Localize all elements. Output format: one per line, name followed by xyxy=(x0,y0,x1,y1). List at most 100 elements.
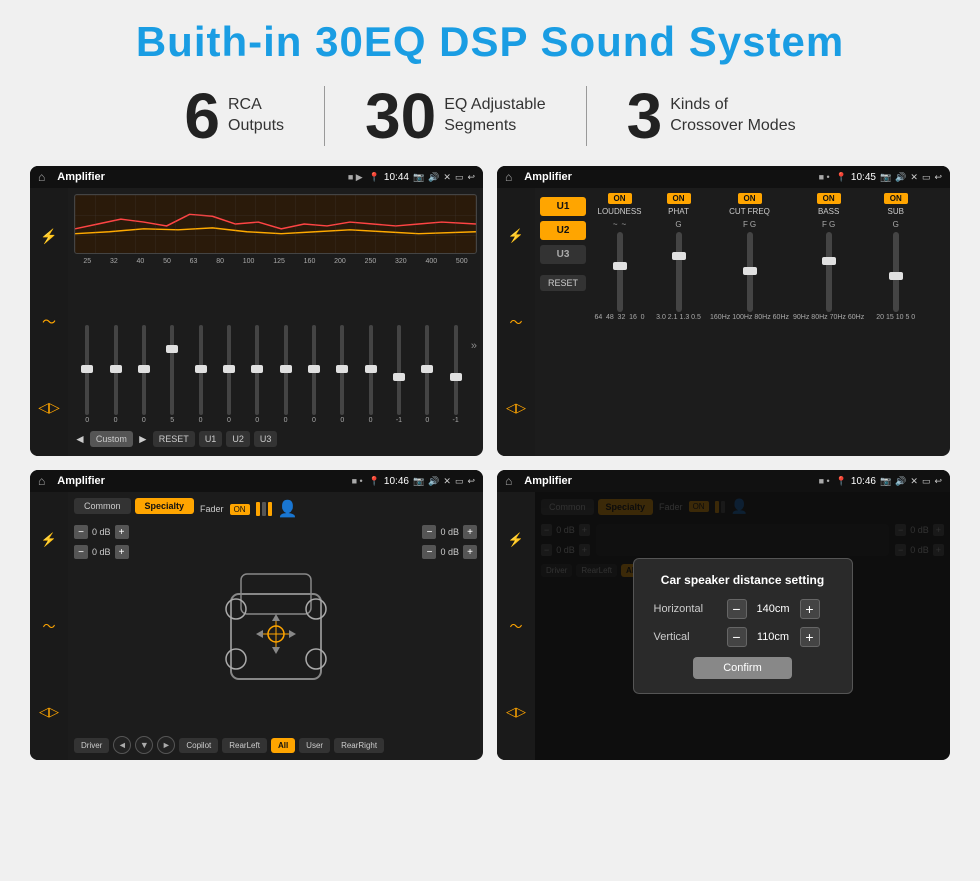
stat-crossover-label: Kinds of Crossover Modes xyxy=(670,95,795,137)
stat-rca: 6 RCA Outputs xyxy=(144,84,324,148)
db-plus-bl[interactable]: + xyxy=(115,545,129,559)
cutfreq-slider[interactable] xyxy=(747,232,753,312)
play-prev-btn[interactable]: ◄ xyxy=(74,432,86,446)
db-minus-bl[interactable]: − xyxy=(74,545,88,559)
u3-btn-1[interactable]: U3 xyxy=(254,431,278,447)
user-btn[interactable]: User xyxy=(299,738,330,753)
db-plus-tl[interactable]: + xyxy=(115,525,129,539)
slider-thumb-2[interactable] xyxy=(138,365,150,373)
slider-thumb-5[interactable] xyxy=(223,365,235,373)
slider-thumb-3[interactable] xyxy=(166,345,178,353)
sub-on[interactable]: ON xyxy=(884,193,908,204)
close-icon-3: ✕ xyxy=(443,476,451,487)
stat-rca-number: 6 xyxy=(184,84,220,148)
driver-btn[interactable]: Driver xyxy=(74,738,109,753)
close-icon-2: ✕ xyxy=(910,172,918,183)
db-minus-br[interactable]: − xyxy=(422,545,436,559)
home-icon-3[interactable]: ⌂ xyxy=(38,474,45,488)
slider-thumb-1[interactable] xyxy=(110,365,122,373)
spk-right-controls: − 0 dB + − 0 dB + xyxy=(422,525,477,732)
arrow-left-btn[interactable]: ◄ xyxy=(113,736,131,754)
db-plus-br[interactable]: + xyxy=(463,545,477,559)
vertical-minus-btn[interactable]: − xyxy=(727,627,747,647)
slider-thumb-4[interactable] xyxy=(195,365,207,373)
all-btn[interactable]: All xyxy=(271,738,295,753)
sub-slider[interactable] xyxy=(893,232,899,312)
amp-controls: ON LOUDNESS ~~ 644832160 xyxy=(592,193,945,451)
amp-reset-btn[interactable]: RESET xyxy=(540,275,586,291)
tab-specialty[interactable]: Specialty xyxy=(135,498,195,514)
slider-thumb-9[interactable] xyxy=(336,365,348,373)
window-icon-2: ▭ xyxy=(922,172,931,183)
spk-volume-icon[interactable]: ◁▷ xyxy=(39,704,59,720)
eq-volume-icon[interactable]: ◁▷ xyxy=(38,399,60,416)
db-minus-tr[interactable]: − xyxy=(422,525,436,539)
home-icon-2[interactable]: ⌂ xyxy=(505,170,512,184)
user-icon[interactable]: 👤 xyxy=(278,499,298,519)
slider-thumb-8[interactable] xyxy=(308,365,320,373)
confirm-button[interactable]: Confirm xyxy=(693,657,792,679)
play-next-btn[interactable]: ► xyxy=(137,432,149,446)
tab-common[interactable]: Common xyxy=(74,498,131,514)
db-plus-tr[interactable]: + xyxy=(463,525,477,539)
u2-preset-btn[interactable]: U2 xyxy=(540,221,586,240)
eq-slider-2: 0 xyxy=(131,325,157,424)
fader-on-badge[interactable]: ON xyxy=(230,504,250,515)
back-icon-3[interactable]: ↩ xyxy=(467,476,475,487)
screen-speaker: ⌂ Amplifier ■ • 📍 10:46 📷 🔊 ✕ ▭ ↩ ⚡ 〜 ◁▷ xyxy=(30,470,483,760)
more-icon[interactable]: » xyxy=(471,340,477,352)
slider-thumb-11[interactable] xyxy=(393,373,405,381)
window-icon-1: ▭ xyxy=(455,172,464,183)
screen-amp: ⌂ Amplifier ■ • 📍 10:45 📷 🔊 ✕ ▭ ↩ ⚡ 〜 ◁▷ xyxy=(497,166,950,456)
slider-thumb-7[interactable] xyxy=(280,365,292,373)
loudness-on[interactable]: ON xyxy=(608,193,632,204)
dist-wave-icon[interactable]: 〜 xyxy=(509,616,522,635)
home-icon-4[interactable]: ⌂ xyxy=(505,474,512,488)
db-minus-tl[interactable]: − xyxy=(74,525,88,539)
u2-btn-1[interactable]: U2 xyxy=(226,431,250,447)
slider-thumb-0[interactable] xyxy=(81,365,93,373)
phat-slider[interactable] xyxy=(676,232,682,312)
spk-wave-icon[interactable]: 〜 xyxy=(42,616,55,635)
cutfreq-on[interactable]: ON xyxy=(738,193,762,204)
bass-slider[interactable] xyxy=(826,232,832,312)
eq-filter-icon[interactable]: ⚡ xyxy=(40,228,57,245)
back-icon-1[interactable]: ↩ xyxy=(467,172,475,183)
eq-wave-icon[interactable]: 〜 xyxy=(42,312,56,332)
amp-volume-icon[interactable]: ◁▷ xyxy=(506,400,526,416)
slider-thumb-12[interactable] xyxy=(421,365,433,373)
bass-on[interactable]: ON xyxy=(817,193,841,204)
slider-thumb-13[interactable] xyxy=(450,373,462,381)
u1-preset-btn[interactable]: U1 xyxy=(540,197,586,216)
horizontal-plus-btn[interactable]: + xyxy=(800,599,820,619)
horizontal-label: Horizontal xyxy=(654,603,719,615)
slider-thumb-10[interactable] xyxy=(365,365,377,373)
spk-tabs: Common Specialty xyxy=(74,498,194,514)
amp-wave-icon[interactable]: 〜 xyxy=(509,312,522,331)
horizontal-minus-btn[interactable]: − xyxy=(727,599,747,619)
dist-filter-icon[interactable]: ⚡ xyxy=(508,532,524,548)
rearright-btn[interactable]: RearRight xyxy=(334,738,384,753)
phat-on[interactable]: ON xyxy=(667,193,691,204)
vertical-plus-btn[interactable]: + xyxy=(800,627,820,647)
slider-thumb-6[interactable] xyxy=(251,365,263,373)
preset-custom-btn[interactable]: Custom xyxy=(90,431,133,447)
reset-btn-1[interactable]: RESET xyxy=(153,431,195,447)
arrow-down-btn[interactable]: ▼ xyxy=(135,736,153,754)
amp-filter-icon[interactable]: ⚡ xyxy=(508,228,524,244)
spk-filter-icon[interactable]: ⚡ xyxy=(41,532,57,548)
u1-btn-1[interactable]: U1 xyxy=(199,431,223,447)
bass-group: ON BASS FG 90Hz 80Hz 70Hz 60Hz xyxy=(793,193,864,451)
arrow-right-btn[interactable]: ► xyxy=(157,736,175,754)
copilot-btn[interactable]: Copilot xyxy=(179,738,218,753)
dist-volume-icon[interactable]: ◁▷ xyxy=(506,704,526,720)
rearleft-btn[interactable]: RearLeft xyxy=(222,738,267,753)
loudness-slider[interactable] xyxy=(617,232,623,312)
eq-slider-4: 0 xyxy=(187,325,213,424)
eq-sliders-area: 25 32 40 50 63 80 100 125 160 200 250 32… xyxy=(74,258,477,424)
back-icon-2[interactable]: ↩ xyxy=(934,172,942,183)
eq-slider-10: 0 xyxy=(357,325,383,424)
back-icon-4[interactable]: ↩ xyxy=(934,476,942,487)
home-icon-1[interactable]: ⌂ xyxy=(38,170,45,184)
u3-preset-btn[interactable]: U3 xyxy=(540,245,586,264)
